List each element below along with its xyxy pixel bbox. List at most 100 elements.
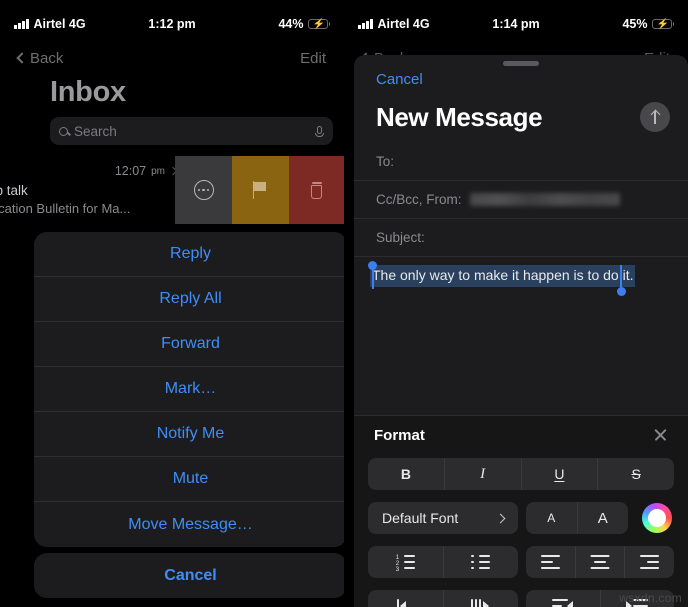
swipe-action-more[interactable] [175, 156, 232, 224]
right-status-bar: Airtel 4G 1:14 pm 45% ⚡ [344, 13, 688, 35]
indent-increase-icon [470, 599, 492, 607]
action-sheet-item-reply[interactable]: Reply [34, 232, 344, 277]
battery-percent-label: 44% [278, 17, 304, 31]
chevron-right-icon [495, 513, 506, 523]
text-style-segment: B I U S [368, 458, 674, 490]
trash-icon [310, 181, 324, 199]
arrow-up-icon [650, 109, 661, 124]
indent-decrease-icon [394, 599, 416, 607]
decrease-indent-button[interactable] [368, 590, 444, 607]
format-font-row: Default Font A A [368, 502, 674, 534]
bulleted-list-button[interactable] [444, 546, 519, 578]
cc-bcc-from-label: Cc/Bcc, From: [376, 192, 462, 207]
format-panel-title: Format [374, 426, 425, 444]
action-sheet-item-notify-me[interactable]: Notify Me [34, 412, 344, 457]
action-sheet-item-reply-all[interactable]: Reply All [34, 277, 344, 322]
increase-indent-button[interactable] [444, 590, 519, 607]
mail-list-row[interactable]: 12:07 pm ep talk nication Bulletin for M… [0, 156, 344, 224]
microphone-icon[interactable] [315, 125, 324, 137]
action-sheet-item-forward[interactable]: Forward [34, 322, 344, 367]
strikethrough-button[interactable]: S [598, 458, 674, 490]
bulleted-list-icon [471, 554, 491, 570]
compose-cancel-button[interactable]: Cancel [376, 71, 423, 88]
watermark: wsxdn.com [619, 591, 682, 605]
color-wheel-icon[interactable] [642, 503, 672, 533]
text-outdent-icon [551, 599, 574, 607]
decrease-font-size-button[interactable]: A [526, 502, 578, 534]
compose-sheet: Cancel New Message To: Cc/Bcc, From: Sub… [354, 55, 688, 607]
swipe-action-flag[interactable] [232, 156, 289, 224]
mail-row-ampm: pm [151, 165, 165, 177]
status-bar-time: 1:12 pm [148, 17, 196, 31]
battery-charging-icon: ⚡ [307, 18, 330, 30]
italic-button[interactable]: I [445, 458, 522, 490]
numbered-list-icon: 123 [396, 555, 415, 573]
status-bar-carrier-group: Airtel 4G [0, 17, 120, 31]
status-bar-battery-group: 44% ⚡ [224, 17, 344, 31]
send-button[interactable] [640, 102, 670, 132]
align-right-icon [640, 555, 660, 569]
page-title: Inbox [50, 76, 126, 108]
alignment-segment [526, 546, 674, 578]
font-name-label: Default Font [382, 510, 459, 526]
redacted-email-value [469, 193, 620, 206]
format-panel-header: Format [354, 416, 688, 454]
action-sheet-item-mute[interactable]: Mute [34, 457, 344, 502]
align-center-icon [590, 555, 610, 569]
align-center-button[interactable] [576, 546, 626, 578]
sheet-grabber-icon[interactable] [503, 61, 539, 66]
outdent-text-button[interactable] [526, 590, 601, 607]
chevron-left-icon [16, 52, 28, 64]
left-nav-bar: Back Edit [0, 44, 344, 72]
carrier-label: Airtel 4G [377, 17, 430, 31]
indent-segment [368, 590, 518, 607]
status-bar-battery-group: 45% ⚡ [568, 17, 688, 31]
battery-charging-icon: ⚡ [651, 18, 674, 30]
screenshot-root: Airtel 4G 1:12 pm 44% ⚡ Back Edit Inbox [0, 0, 688, 607]
battery-percent-label: 45% [622, 17, 648, 31]
increase-font-size-button[interactable]: A [578, 502, 629, 534]
font-picker-segment: Default Font [368, 502, 518, 534]
to-field-label: To: [376, 154, 395, 169]
font-picker-button[interactable]: Default Font [368, 502, 518, 534]
mail-row-preview: nication Bulletin for Ma... [0, 201, 131, 216]
numbered-list-button[interactable]: 123 [368, 546, 444, 578]
edit-button[interactable]: Edit [300, 50, 326, 67]
underline-button[interactable]: U [522, 458, 599, 490]
action-sheet: Reply Reply All Forward Mark… Notify Me … [34, 232, 344, 547]
swipe-action-trash[interactable] [289, 156, 344, 224]
left-status-bar: Airtel 4G 1:12 pm 44% ⚡ [0, 13, 344, 35]
back-button[interactable]: Back [16, 49, 64, 67]
action-sheet-item-move-message[interactable]: Move Message… [34, 502, 344, 547]
mail-row-meta: 12:07 pm [114, 164, 178, 178]
align-left-icon [540, 555, 560, 569]
subject-field-label: Subject: [376, 230, 425, 245]
action-sheet-item-mark[interactable]: Mark… [34, 367, 344, 412]
format-list-align-row: 123 [368, 546, 674, 578]
back-button-label: Back [30, 49, 64, 67]
more-ellipsis-circle-icon [193, 180, 214, 200]
cc-bcc-from-field[interactable]: Cc/Bcc, From: [354, 181, 688, 219]
status-bar-time: 1:14 pm [492, 17, 540, 31]
format-style-row: B I U S [368, 458, 674, 490]
subject-field[interactable]: Subject: [354, 219, 688, 257]
status-bar-carrier-group: Airtel 4G [344, 17, 464, 31]
action-sheet-cancel-button[interactable]: Cancel [34, 553, 344, 598]
right-phone-panel: Airtel 4G 1:14 pm 45% ⚡ Back Edit Cancel [344, 0, 688, 607]
align-right-button[interactable] [625, 546, 674, 578]
search-placeholder: Search [74, 123, 117, 139]
format-panel: Format B I U S Default Font A A 1 2 3 [354, 415, 688, 607]
flag-icon [252, 181, 269, 199]
carrier-label: Airtel 4G [33, 17, 86, 31]
to-field[interactable]: To: [354, 143, 688, 181]
mail-row-time: 12:07 [114, 164, 147, 178]
signal-bars-icon [358, 19, 373, 29]
font-size-segment: A A [526, 502, 628, 534]
search-icon [59, 126, 68, 136]
message-body-text[interactable]: The only way to make it happen is to do … [370, 265, 636, 287]
search-input[interactable]: Search [50, 117, 333, 145]
bold-button[interactable]: B [368, 458, 445, 490]
close-x-icon[interactable] [653, 428, 668, 443]
message-body-editor[interactable]: The only way to make it happen is to do … [354, 257, 688, 375]
align-left-button[interactable] [526, 546, 576, 578]
